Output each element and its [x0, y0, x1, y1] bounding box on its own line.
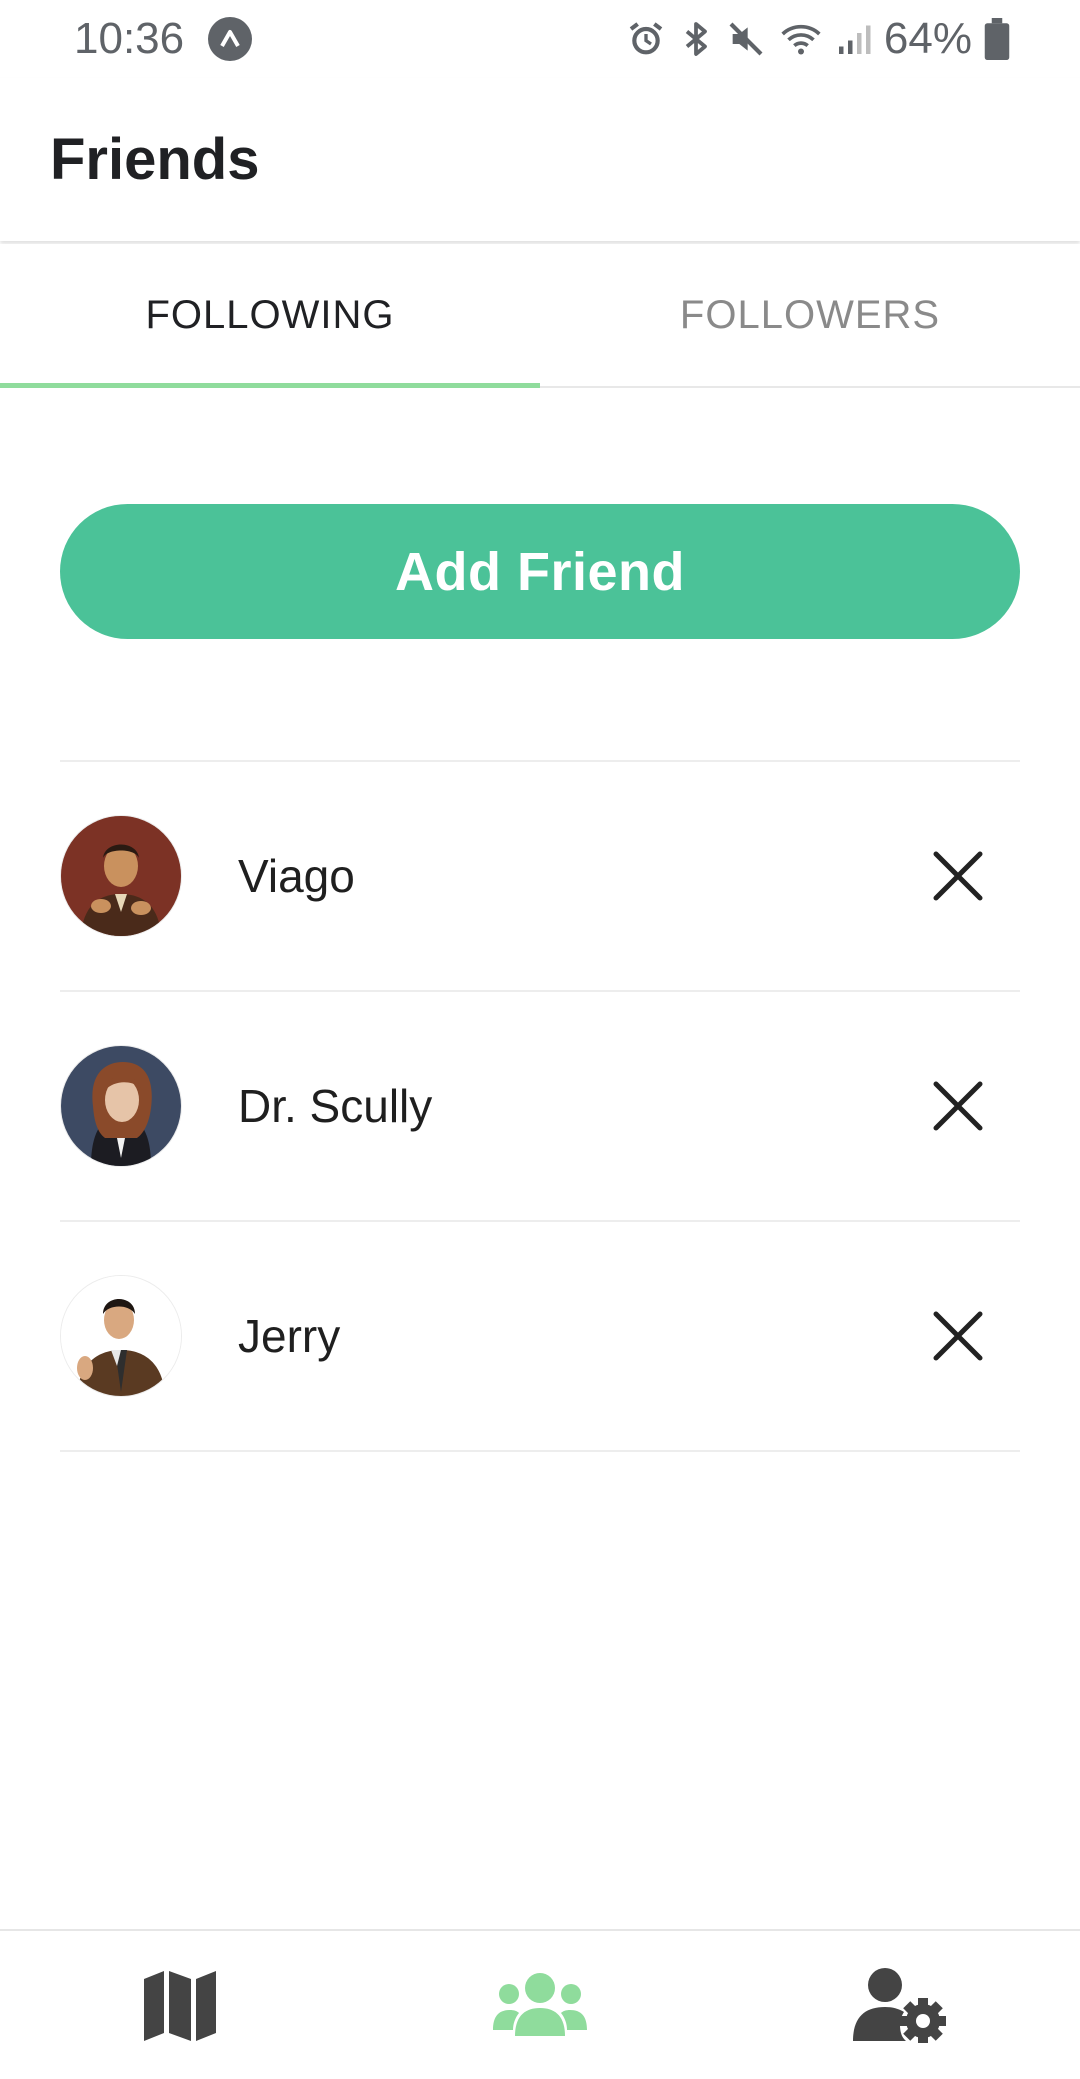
- battery-percent: 64%: [883, 14, 972, 63]
- app-bar: Friends: [0, 78, 1080, 241]
- avatar: [60, 815, 182, 937]
- add-friend-button[interactable]: Add Friend: [60, 504, 1020, 639]
- avatar: [60, 1045, 182, 1167]
- nav-user-settings[interactable]: [720, 1931, 1080, 2079]
- wifi-icon: [778, 19, 824, 59]
- friend-name: Dr. Scully: [238, 1080, 433, 1132]
- tab-followers[interactable]: FOLLOWERS: [540, 244, 1080, 386]
- close-icon[interactable]: [930, 848, 986, 904]
- close-icon[interactable]: [930, 1308, 986, 1364]
- map-icon: [144, 1971, 216, 2041]
- status-time: 10:36: [74, 14, 185, 63]
- status-bar: 10:36 64%: [0, 0, 1080, 78]
- list-item[interactable]: Viago: [60, 762, 1020, 992]
- bluetooth-icon: [678, 19, 714, 59]
- signal-icon: [836, 19, 872, 59]
- friend-name: Viago: [238, 850, 355, 902]
- friend-name: Jerry: [238, 1310, 341, 1362]
- friend-list: Viago Dr. Scully Jerry: [60, 760, 1020, 1452]
- alarm-icon: [626, 19, 666, 59]
- list-item[interactable]: Jerry: [60, 1222, 1020, 1452]
- friends-icon: [493, 1973, 587, 2036]
- nav-friends[interactable]: [360, 1931, 720, 2079]
- tab-following[interactable]: FOLLOWING: [0, 244, 540, 388]
- bottom-nav: [0, 1929, 1080, 2079]
- user-settings-icon: [853, 1968, 946, 2043]
- battery-icon: [984, 18, 1010, 60]
- page-title: Friends: [50, 127, 260, 192]
- mute-icon: [726, 19, 766, 59]
- tab-bar: FOLLOWING FOLLOWERS: [0, 244, 1080, 388]
- app-notification-icon: [208, 17, 253, 61]
- avatar: [60, 1275, 182, 1397]
- nav-map[interactable]: [0, 1931, 360, 2079]
- list-item[interactable]: Dr. Scully: [60, 992, 1020, 1222]
- close-icon[interactable]: [930, 1078, 986, 1134]
